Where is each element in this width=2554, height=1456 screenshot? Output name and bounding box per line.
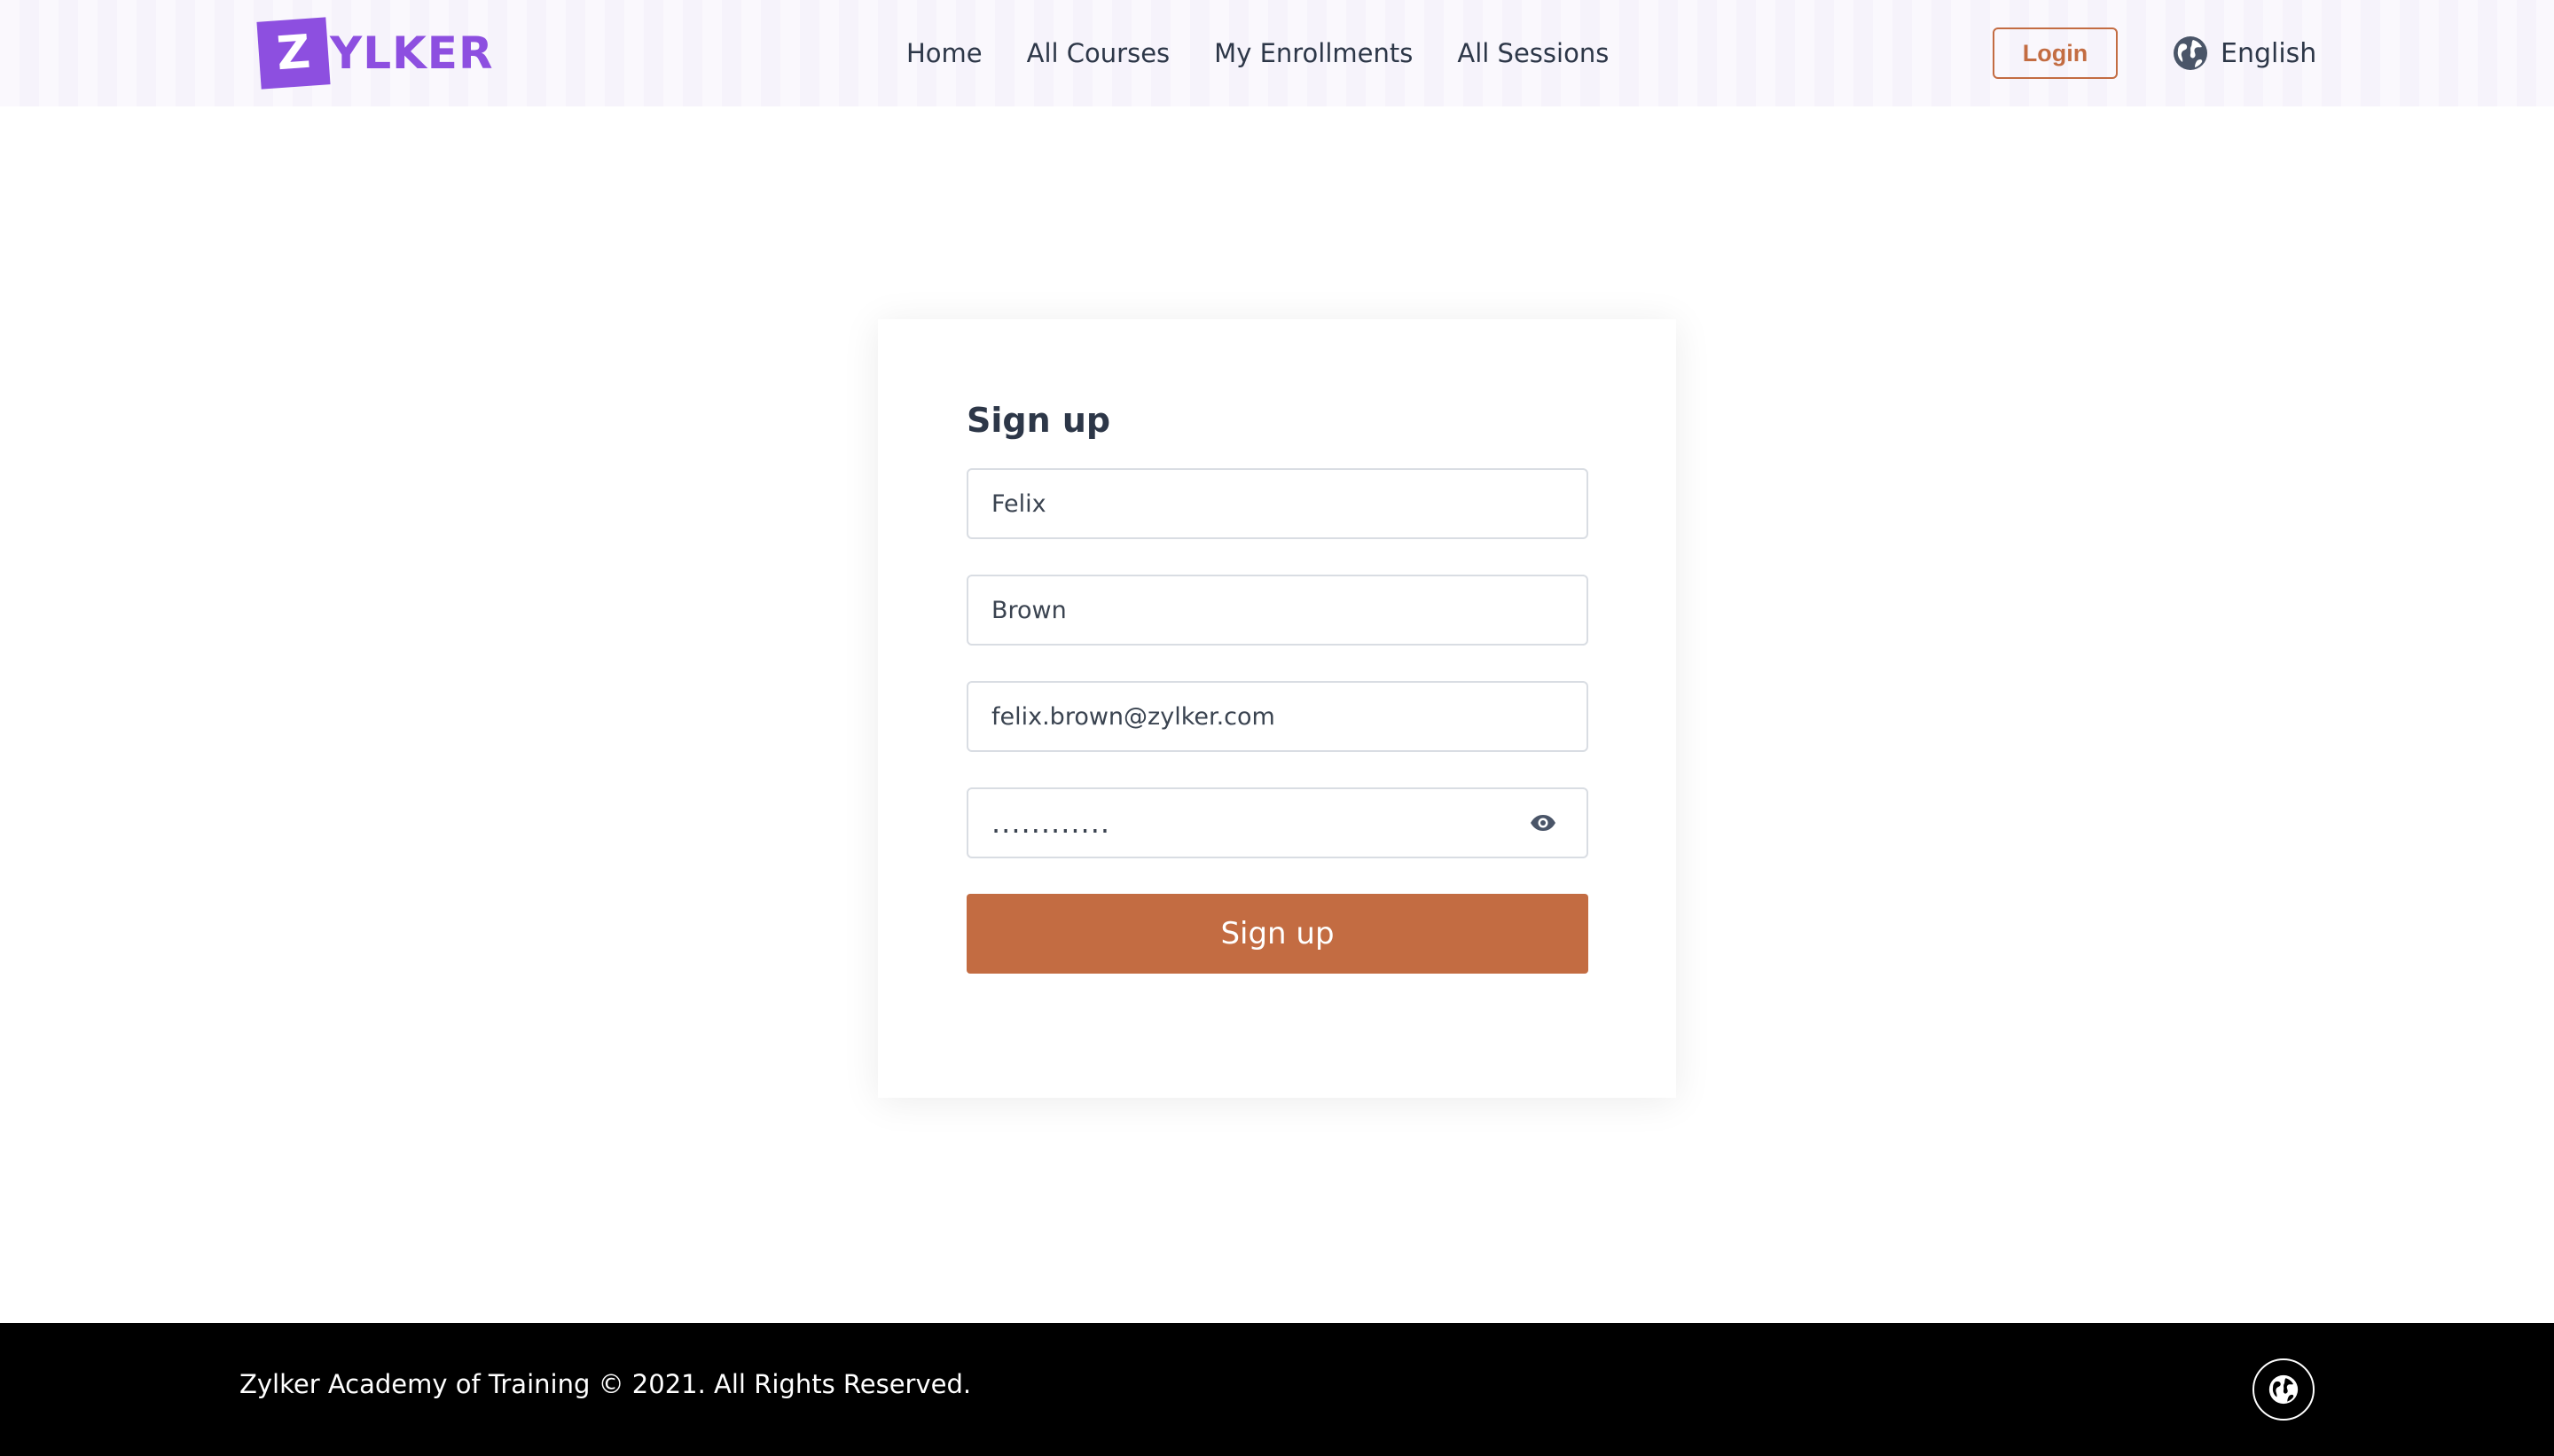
globe-icon — [2268, 1374, 2299, 1405]
nav-my-enrollments[interactable]: My Enrollments — [1214, 38, 1413, 68]
password-visibility-toggle[interactable] — [1527, 807, 1559, 839]
password-field[interactable] — [967, 787, 1588, 858]
signup-title: Sign up — [967, 401, 1111, 440]
email-field[interactable] — [967, 681, 1588, 752]
nav-home[interactable]: Home — [906, 38, 983, 68]
nav-all-courses[interactable]: All Courses — [1027, 38, 1171, 68]
main-nav: Home All Courses My Enrollments All Sess… — [906, 0, 1609, 106]
site-footer: Zylker Academy of Training © 2021. All R… — [0, 1323, 2554, 1456]
logo-text: YLKER — [330, 27, 494, 79]
signup-button[interactable]: Sign up — [967, 894, 1588, 974]
nav-all-sessions[interactable]: All Sessions — [1457, 38, 1609, 68]
brand-logo[interactable]: Z YLKER — [256, 17, 494, 90]
logo-letter: Z — [275, 25, 312, 82]
logo-mark: Z — [256, 17, 331, 90]
copyright-text: Zylker Academy of Training © 2021. All R… — [239, 1369, 972, 1399]
login-button[interactable]: Login — [1993, 27, 2118, 79]
first-name-field[interactable] — [967, 468, 1588, 539]
language-selector[interactable]: English — [2173, 33, 2316, 74]
eye-icon — [1531, 815, 1555, 831]
language-label: English — [2221, 37, 2317, 69]
last-name-field[interactable] — [967, 575, 1588, 646]
site-header: Z YLKER Home All Courses My Enrollments … — [0, 0, 2554, 106]
signup-card: Sign up Sign up — [878, 319, 1676, 1098]
footer-language-button[interactable] — [2252, 1358, 2315, 1421]
globe-icon — [2174, 36, 2207, 70]
